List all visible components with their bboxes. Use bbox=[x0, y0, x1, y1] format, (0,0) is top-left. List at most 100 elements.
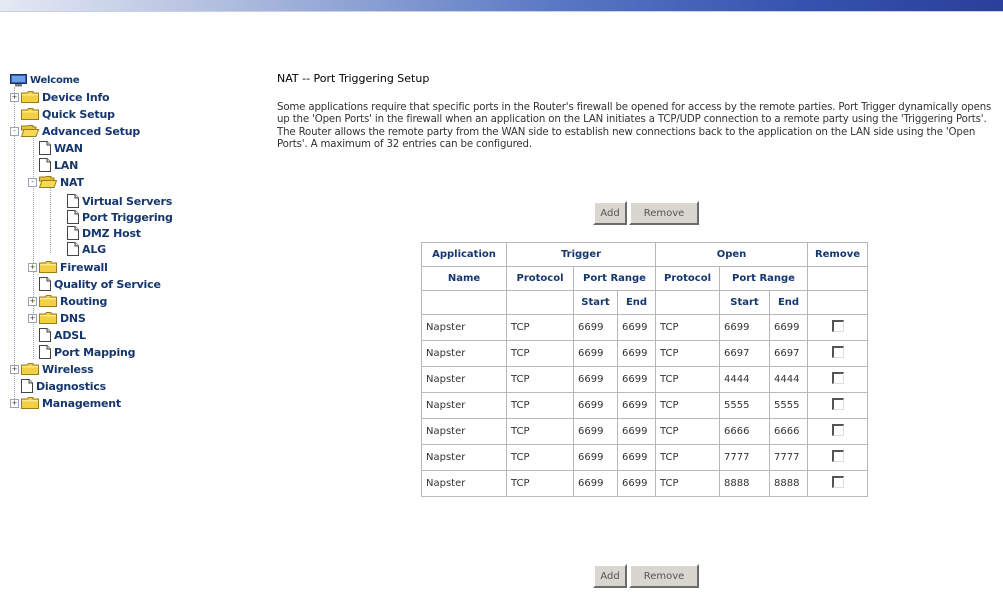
cell-trigger-start: 6699 bbox=[573, 366, 618, 393]
header-trigger: Trigger bbox=[506, 242, 656, 267]
collapse-icon[interactable]: - bbox=[28, 177, 37, 187]
tree-item-port-mapping[interactable]: Port Mapping bbox=[39, 345, 136, 359]
folder-icon bbox=[39, 261, 57, 273]
header-application: Application bbox=[421, 242, 507, 267]
tree-label-wan: WAN bbox=[54, 141, 83, 155]
cell-open-protocol: TCP bbox=[655, 392, 720, 419]
cell-trigger-start: 6699 bbox=[573, 418, 618, 445]
tree-item-diagnostics[interactable]: Diagnostics bbox=[21, 379, 106, 393]
remove-button[interactable]: Remove bbox=[629, 201, 699, 225]
page-icon bbox=[67, 194, 79, 208]
cell-trigger-protocol: TCP bbox=[506, 314, 574, 341]
header-trigger-end: End bbox=[617, 290, 656, 315]
cell-open-end: 6699 bbox=[769, 314, 808, 341]
add-button-bottom[interactable]: Add bbox=[593, 564, 627, 588]
header-open-end: End bbox=[769, 290, 808, 315]
remove-checkbox[interactable] bbox=[831, 476, 844, 488]
cell-trigger-end: 6699 bbox=[617, 392, 656, 419]
expand-icon[interactable]: + bbox=[10, 398, 19, 408]
cell-open-protocol: TCP bbox=[655, 366, 720, 393]
cell-open-protocol: TCP bbox=[655, 340, 720, 367]
expand-icon[interactable]: + bbox=[28, 296, 37, 306]
remove-checkbox[interactable] bbox=[831, 398, 844, 410]
cell-trigger-end: 6699 bbox=[617, 444, 656, 471]
tree-item-port-triggering[interactable]: Port Triggering bbox=[67, 210, 173, 224]
cell-trigger-protocol: TCP bbox=[506, 340, 574, 367]
cell-trigger-end: 6699 bbox=[617, 366, 656, 393]
tree-label-nat: NAT bbox=[60, 175, 84, 189]
header-empty bbox=[655, 290, 720, 315]
cell-open-protocol: TCP bbox=[655, 314, 720, 341]
tree-label-wireless: Wireless bbox=[42, 362, 94, 376]
cell-remove bbox=[807, 470, 868, 497]
cell-trigger-end: 6699 bbox=[617, 470, 656, 497]
header-gradient-bar bbox=[0, 0, 1003, 11]
page-icon bbox=[67, 226, 79, 240]
tree-item-dmz-host[interactable]: DMZ Host bbox=[67, 226, 141, 240]
tree-label-firewall: Firewall bbox=[60, 260, 108, 274]
cell-open-start: 4444 bbox=[719, 366, 770, 393]
remove-checkbox[interactable] bbox=[831, 450, 844, 462]
tree-item-dns[interactable]: + DNS bbox=[28, 311, 86, 325]
expand-icon[interactable]: + bbox=[28, 262, 37, 272]
cell-trigger-start: 6699 bbox=[573, 470, 618, 497]
remove-button-bottom[interactable]: Remove bbox=[629, 564, 699, 588]
cell-trigger-protocol: TCP bbox=[506, 444, 574, 471]
tree-label-device-info: Device Info bbox=[42, 90, 110, 104]
header-empty bbox=[807, 290, 868, 315]
page-icon bbox=[39, 158, 51, 172]
add-button[interactable]: Add bbox=[593, 201, 627, 225]
folder-icon bbox=[39, 295, 57, 307]
table-row: Napster TCP 6699 6699 TCP 7777 7777 bbox=[421, 444, 868, 471]
tree-label-quick-setup: Quick Setup bbox=[42, 107, 115, 121]
cell-trigger-start: 6699 bbox=[573, 314, 618, 341]
tree-item-quick-setup[interactable]: Quick Setup bbox=[21, 107, 115, 121]
header-remove: Remove bbox=[807, 242, 868, 267]
expand-icon[interactable]: + bbox=[28, 313, 37, 323]
folder-icon bbox=[21, 397, 39, 409]
tree-item-firewall[interactable]: + Firewall bbox=[28, 260, 108, 274]
table-row: Napster TCP 6699 6699 TCP 6699 6699 bbox=[421, 314, 868, 341]
tree-item-wan[interactable]: WAN bbox=[39, 141, 83, 155]
header-open-start: Start bbox=[719, 290, 770, 315]
cell-name: Napster bbox=[421, 418, 507, 445]
cell-trigger-end: 6699 bbox=[617, 340, 656, 367]
cell-open-end: 7777 bbox=[769, 444, 808, 471]
tree-item-quality-of-service[interactable]: Quality of Service bbox=[39, 277, 161, 291]
tree-item-device-info[interactable]: + Device Info bbox=[10, 90, 110, 104]
page-icon bbox=[67, 210, 79, 224]
remove-checkbox[interactable] bbox=[831, 424, 844, 436]
tree-label-diagnostics: Diagnostics bbox=[36, 379, 107, 393]
tree-item-routing[interactable]: + Routing bbox=[28, 294, 107, 308]
tree-label-management: Management bbox=[42, 396, 121, 410]
header-empty bbox=[421, 290, 507, 315]
cell-remove bbox=[807, 392, 868, 419]
tree-item-virtual-servers[interactable]: Virtual Servers bbox=[67, 194, 172, 208]
cell-open-start: 7777 bbox=[719, 444, 770, 471]
expand-icon[interactable]: + bbox=[10, 364, 19, 374]
collapse-icon[interactable]: - bbox=[10, 126, 19, 136]
table-row: Napster TCP 6699 6699 TCP 6697 6697 bbox=[421, 340, 868, 367]
monitor-icon bbox=[10, 74, 27, 87]
tree-item-management[interactable]: + Management bbox=[10, 396, 121, 410]
header-name: Name bbox=[421, 266, 507, 291]
tree-item-alg[interactable]: ALG bbox=[67, 242, 106, 256]
cell-open-start: 6699 bbox=[719, 314, 770, 341]
tree-item-welcome[interactable]: Welcome bbox=[10, 73, 80, 87]
tree-item-adsl[interactable]: ADSL bbox=[39, 328, 86, 342]
tree-item-advanced-setup[interactable]: - Advanced Setup bbox=[10, 124, 140, 138]
cell-open-protocol: TCP bbox=[655, 418, 720, 445]
remove-checkbox[interactable] bbox=[831, 346, 844, 358]
tree-item-nat[interactable]: - NAT bbox=[28, 175, 84, 189]
tree-label-welcome: Welcome bbox=[30, 74, 80, 86]
page-icon bbox=[39, 277, 51, 291]
remove-checkbox[interactable] bbox=[831, 320, 844, 332]
cell-trigger-protocol: TCP bbox=[506, 392, 574, 419]
cell-remove bbox=[807, 444, 868, 471]
tree-label-virtual-servers: Virtual Servers bbox=[82, 194, 173, 208]
expand-icon[interactable]: + bbox=[10, 92, 19, 102]
tree-item-lan[interactable]: LAN bbox=[39, 158, 78, 172]
tree-item-wireless[interactable]: + Wireless bbox=[10, 362, 94, 376]
remove-checkbox[interactable] bbox=[831, 372, 844, 384]
header-open-port-range: Port Range bbox=[719, 266, 808, 291]
